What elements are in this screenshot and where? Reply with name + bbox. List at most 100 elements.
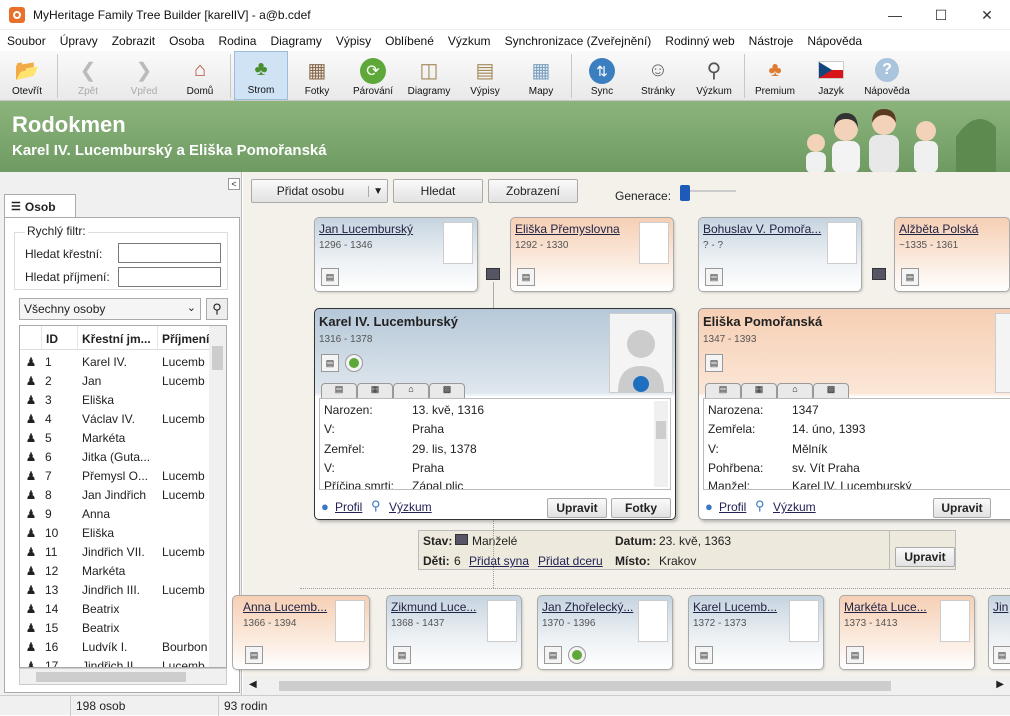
col-last-name[interactable]: Příjmení [158, 326, 210, 349]
male-avatar-icon[interactable] [609, 313, 673, 393]
add-son-link[interactable]: Přidat syna [469, 554, 529, 568]
details-scrollbar[interactable] [654, 401, 668, 487]
help-button[interactable]: ? Nápověda [860, 51, 914, 100]
main-person-card-husband[interactable]: Karel IV. Lucemburský 1316 - 1378 ▤ ▤ ▦ ⌂ ▩… [314, 308, 676, 520]
table-row[interactable]: ♟ 1 Karel IV. Lucemb [20, 352, 210, 371]
sync-button[interactable]: ⇅ Sync [575, 51, 629, 100]
home-button[interactable]: ⌂ Domů [173, 51, 227, 100]
reports-button[interactable]: ▤ Výpisy [458, 51, 512, 100]
person-name-link[interactable]: Bohuslav V. Pomořa... [703, 222, 821, 236]
table-row[interactable]: ♟ 12 Markéta [20, 561, 210, 580]
tab-photos-icon[interactable]: ▩ [429, 383, 465, 399]
male-avatar-icon[interactable] [443, 222, 473, 264]
research-button[interactable]: ⚲ Výzkum [687, 51, 741, 100]
tab-info-icon[interactable]: ▤ [321, 383, 357, 399]
table-row[interactable]: ♟ 11 Jindřich VII. Lucemb [20, 542, 210, 561]
person-card-wife-father[interactable]: Bohuslav V. Pomořa... ? - ? ▤ [698, 217, 862, 292]
person-card-wife-mother[interactable]: Alžběta Polská ~1335 - 1361 ▤ [894, 217, 1010, 292]
child-card[interactable]: Zikmund Luce... 1368 - 1437 ▤ [386, 595, 522, 670]
child-card[interactable]: Jan Zhořelecký... 1370 - 1396 ▤ [537, 595, 673, 670]
person-name-link[interactable]: Jin [993, 600, 1008, 614]
male-avatar-icon[interactable] [827, 222, 857, 264]
table-row[interactable]: ♟ 3 Eliška [20, 390, 210, 409]
male-avatar-icon[interactable] [487, 600, 517, 642]
person-name-link[interactable]: Zikmund Luce... [391, 600, 476, 614]
edit-button[interactable]: Upravit [933, 498, 991, 518]
person-name-link[interactable]: Markéta Luce... [844, 600, 927, 614]
table-row[interactable]: ♟ 5 Markéta [20, 428, 210, 447]
menu-synchronizace[interactable]: Synchronizace (Zveřejnění) [498, 34, 659, 48]
vertical-scrollbar[interactable] [209, 326, 226, 667]
child-card[interactable]: Markéta Luce... 1373 - 1413 ▤ [839, 595, 975, 670]
maps-button[interactable]: ▦ Mapy [514, 51, 568, 100]
tab-family-icon[interactable]: ▦ [357, 383, 393, 399]
table-row[interactable]: ♟ 4 Václav IV. Lucemb [20, 409, 210, 428]
tab-family-icon[interactable]: ▦ [741, 383, 777, 399]
marriage-icon[interactable] [486, 268, 500, 280]
horizontal-scrollbar[interactable] [19, 668, 227, 685]
generations-slider[interactable] [680, 181, 740, 201]
tab-home-icon[interactable]: ⌂ [777, 383, 813, 399]
menu-napoveda[interactable]: Nápověda [800, 34, 869, 48]
table-row[interactable]: ♟ 7 Přemysl O... Lucemb [20, 466, 210, 485]
matching-button[interactable]: ⟳ Párování [346, 51, 400, 100]
close-button[interactable]: ✕ [964, 0, 1010, 30]
menu-diagramy[interactable]: Diagramy [263, 34, 328, 48]
menu-nastroje[interactable]: Nástroje [742, 34, 801, 48]
relatives-icon[interactable] [345, 354, 363, 372]
diagrams-button[interactable]: ◫ Diagramy [402, 51, 456, 100]
research-link[interactable]: Výzkum [389, 500, 432, 514]
female-avatar-icon[interactable] [940, 600, 970, 642]
profile-link[interactable]: Profil [719, 500, 746, 514]
female-avatar-icon[interactable] [335, 600, 365, 642]
view-button[interactable]: Zobrazení [488, 179, 578, 203]
tab-photos-icon[interactable]: ▩ [813, 383, 849, 399]
child-card[interactable]: Jin ▤ [988, 595, 1010, 670]
person-name-link[interactable]: Alžběta Polská [899, 222, 978, 236]
table-row[interactable]: ♟ 14 Beatrix [20, 599, 210, 618]
marriage-icon[interactable] [872, 268, 886, 280]
tree-horizontal-scrollbar[interactable]: ◀ ▶ [243, 677, 1010, 695]
persons-filter-select[interactable]: Všechny osoby ⌄ [19, 298, 201, 320]
open-button[interactable]: 📂 Otevřít [0, 51, 54, 100]
collapse-panel-button[interactable]: < [228, 178, 240, 190]
person-card-mother[interactable]: Eliška Přemyslovna 1292 - 1330 ▤ [510, 217, 674, 292]
add-person-button[interactable]: Přidat osobu ▼ [251, 179, 388, 203]
language-button[interactable]: Jazyk [804, 51, 858, 100]
person-name-link[interactable]: Jan Zhořelecký... [542, 600, 633, 614]
tab-home-icon[interactable]: ⌂ [393, 383, 429, 399]
add-daughter-link[interactable]: Přidat dceru [538, 554, 603, 568]
search-tree-button[interactable]: Hledat [393, 179, 483, 203]
table-row[interactable]: ♟ 6 Jitka (Guta... [20, 447, 210, 466]
edit-button[interactable]: Upravit [547, 498, 607, 518]
photos-button[interactable]: Fotky [611, 498, 671, 518]
minimize-button[interactable]: — [872, 0, 918, 30]
forward-button[interactable]: ❯ Vpřed [117, 51, 171, 100]
table-row[interactable]: ♟ 15 Beatrix [20, 618, 210, 637]
menu-rodina[interactable]: Rodina [211, 34, 263, 48]
main-person-card-wife[interactable]: Eliška Pomořanská 1347 - 1393 ▤ ▤ ▦ ⌂ ▩ Nar… [698, 308, 1010, 520]
menu-rodinny-web[interactable]: Rodinný web [658, 34, 741, 48]
menu-soubor[interactable]: Soubor [0, 34, 53, 48]
table-row[interactable]: ♟ 9 Anna [20, 504, 210, 523]
child-card[interactable]: Anna Lucemb... 1366 - 1394 ▤ [232, 595, 370, 670]
table-row[interactable]: ♟ 8 Jan Jindřich Lucemb [20, 485, 210, 504]
tab-osob[interactable]: ☰ Osob [4, 194, 76, 218]
research-link[interactable]: Výzkum [773, 500, 816, 514]
tab-info-icon[interactable]: ▤ [705, 383, 741, 399]
back-button[interactable]: ❮ Zpět [61, 51, 115, 100]
menu-osoba[interactable]: Osoba [162, 34, 211, 48]
photos-button[interactable]: ▦ Fotky [290, 51, 344, 100]
table-row[interactable]: ♟ 2 Jan Lucemb [20, 371, 210, 390]
col-id[interactable]: ID [42, 326, 78, 349]
person-card-father[interactable]: Jan Lucemburský 1296 - 1346 ▤ [314, 217, 478, 292]
search-button[interactable]: ⚲ [206, 298, 228, 320]
profile-link[interactable]: Profil [335, 500, 362, 514]
relatives-icon[interactable] [568, 646, 586, 664]
menu-vypisy[interactable]: Výpisy [329, 34, 378, 48]
col-first-name[interactable]: Křestní jm... [78, 326, 158, 349]
table-row[interactable]: ♟ 13 Jindřich III. Lucemb [20, 580, 210, 599]
person-name-link[interactable]: Karel Lucemb... [693, 600, 777, 614]
menu-vyzkum[interactable]: Výzkum [441, 34, 498, 48]
male-avatar-icon[interactable] [789, 600, 819, 642]
